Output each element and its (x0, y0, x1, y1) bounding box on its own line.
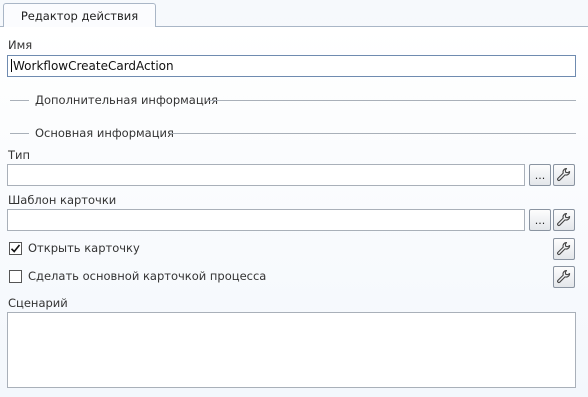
type-settings-button[interactable] (553, 164, 575, 186)
template-label: Шаблон карточки (8, 193, 117, 207)
group-main-info[interactable]: Основная информация (35, 126, 174, 140)
group-divider-left (10, 133, 29, 134)
type-label: Тип (8, 148, 31, 162)
tab-label: Редактор действия (20, 8, 139, 23)
open-card-label[interactable]: Открыть карточку (28, 241, 140, 255)
template-browse-button[interactable]: ... (529, 209, 551, 231)
group-additional-info[interactable]: Дополнительная информация (35, 93, 218, 107)
make-main-card-label[interactable]: Сделать основной карточкой процесса (28, 269, 266, 283)
make-main-card-checkbox[interactable] (9, 270, 22, 283)
type-browse-button[interactable]: ... (529, 164, 551, 186)
name-value: WorkflowCreateCardAction (13, 59, 174, 73)
scenario-textarea[interactable] (7, 312, 576, 388)
group-divider-left (10, 100, 29, 101)
wrench-icon (557, 241, 571, 256)
ellipsis-icon: ... (534, 168, 546, 182)
text-caret (11, 59, 12, 72)
ellipsis-icon: ... (534, 213, 546, 227)
wrench-icon (557, 167, 571, 182)
tab-action-editor[interactable]: Редактор действия (3, 3, 156, 27)
checkmark-icon (10, 244, 21, 253)
group-divider-right (170, 133, 576, 134)
make-main-card-settings-button[interactable] (553, 266, 575, 288)
open-card-checkbox[interactable] (9, 242, 22, 255)
template-input[interactable] (7, 209, 525, 231)
wrench-icon (557, 269, 571, 284)
group-divider-right (207, 100, 576, 101)
scenario-label: Сценарий (8, 296, 68, 310)
open-card-settings-button[interactable] (553, 238, 575, 260)
name-input[interactable]: WorkflowCreateCardAction (7, 55, 576, 77)
type-input[interactable] (7, 164, 525, 186)
name-label: Имя (8, 38, 33, 52)
template-settings-button[interactable] (553, 209, 575, 231)
wrench-icon (557, 212, 571, 227)
